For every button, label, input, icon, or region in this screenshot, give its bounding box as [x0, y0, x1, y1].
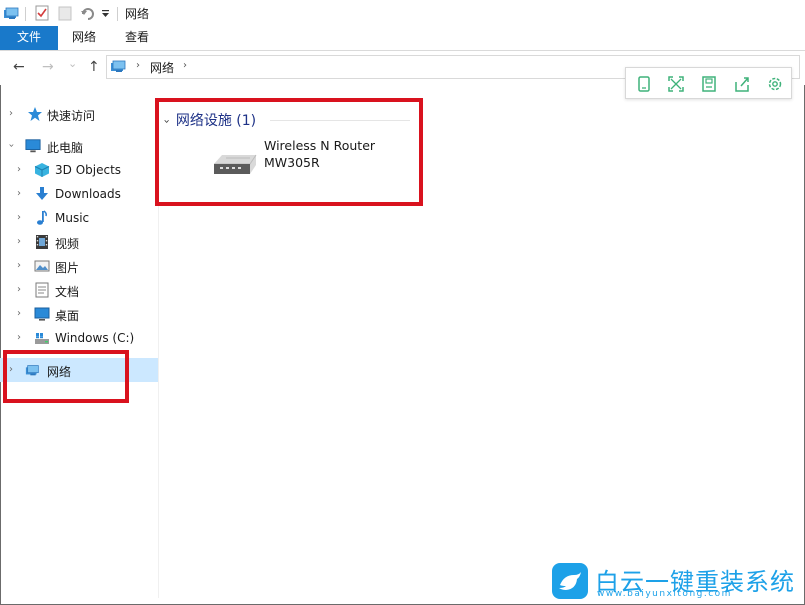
nav-quick-access[interactable]: › 快速访问 — [0, 102, 158, 126]
expand-chevron-icon[interactable]: › — [17, 164, 21, 175]
nav-label: 文档 — [55, 285, 80, 299]
address-chevron[interactable]: › — [183, 60, 187, 71]
pictures-icon — [34, 260, 50, 272]
title-separator — [117, 7, 118, 21]
nav-label: 桌面 — [55, 309, 80, 323]
forward-button[interactable]: → — [42, 59, 54, 75]
nav-pictures[interactable]: › 图片 — [0, 254, 158, 278]
recent-locations-button[interactable]: ⌄ — [68, 57, 77, 70]
nav-label: Windows (C:) — [55, 331, 135, 345]
video-icon — [36, 235, 48, 249]
expand-chevron-icon[interactable]: › — [17, 188, 21, 199]
collapse-chevron-icon[interactable]: › — [6, 144, 17, 148]
drive-icon — [35, 333, 49, 344]
customize-toolbar-icon[interactable] — [101, 10, 110, 18]
nav-this-pc[interactable]: › 此电脑 — [0, 134, 158, 158]
save-icon[interactable] — [700, 75, 718, 93]
nav-desktop[interactable]: › 桌面 — [0, 302, 158, 326]
back-button[interactable]: ← — [13, 59, 25, 75]
watermark-url: www.baiyunxitong.com — [597, 589, 732, 599]
nav-documents[interactable]: › 文档 — [0, 278, 158, 302]
nav-label: 视频 — [55, 237, 80, 251]
new-folder-icon[interactable] — [58, 5, 72, 21]
nav-label: 3D Objects — [55, 163, 122, 177]
nav-3d-objects[interactable]: › 3D Objects — [0, 158, 158, 182]
expand-chevron-icon[interactable]: › — [17, 284, 21, 295]
expand-chevron-icon[interactable]: › — [17, 332, 21, 343]
computer-icon — [25, 139, 41, 153]
network-location-icon — [111, 60, 126, 72]
nav-drive-c[interactable]: › Windows (C:) — [0, 326, 158, 350]
share-icon[interactable] — [733, 75, 751, 93]
nav-videos[interactable]: › 视频 — [0, 230, 158, 254]
documents-icon — [35, 282, 49, 298]
undo-icon[interactable] — [80, 5, 96, 21]
nav-label: 图片 — [55, 261, 80, 275]
title-separator — [25, 7, 26, 21]
tab-view[interactable]: 查看 — [115, 26, 159, 50]
up-button[interactable]: ↑ — [88, 59, 100, 75]
network-folder-icon[interactable] — [3, 5, 21, 21]
window-title: 网络 — [125, 7, 150, 21]
nav-label: 快速访问 — [47, 109, 96, 123]
watermark-logo — [552, 563, 588, 599]
downloads-icon — [36, 187, 48, 200]
phone-icon[interactable] — [635, 75, 653, 93]
nav-label: Downloads — [55, 187, 121, 201]
title-bar: 网络 — [0, 0, 805, 26]
expand-chevron-icon[interactable]: › — [17, 308, 21, 319]
nav-label: 此电脑 — [47, 141, 84, 155]
highlight-box-device — [155, 98, 423, 206]
fullscreen-icon[interactable] — [667, 75, 685, 93]
expand-chevron-icon[interactable]: › — [17, 260, 21, 271]
address-chevron[interactable]: › — [136, 60, 140, 71]
music-icon — [37, 210, 47, 225]
settings-icon[interactable] — [766, 75, 784, 93]
3d-objects-icon — [34, 163, 50, 177]
expand-chevron-icon[interactable]: › — [9, 108, 13, 119]
bird-icon — [559, 572, 581, 590]
expand-chevron-icon[interactable]: › — [17, 236, 21, 247]
nav-downloads[interactable]: › Downloads — [0, 182, 158, 206]
address-path-network[interactable]: 网络 — [150, 59, 174, 76]
expand-chevron-icon[interactable]: › — [17, 212, 21, 223]
star-icon — [28, 107, 42, 121]
ribbon-tabs: 文件 网络 查看 — [0, 26, 805, 51]
floating-toolbar — [625, 67, 792, 99]
nav-label: Music — [55, 211, 90, 225]
highlight-box-network — [3, 350, 129, 403]
nav-music[interactable]: › Music — [0, 206, 158, 230]
desktop-icon — [34, 307, 50, 321]
properties-icon[interactable] — [35, 5, 49, 21]
tab-network[interactable]: 网络 — [62, 26, 106, 50]
tab-file[interactable]: 文件 — [0, 26, 58, 50]
